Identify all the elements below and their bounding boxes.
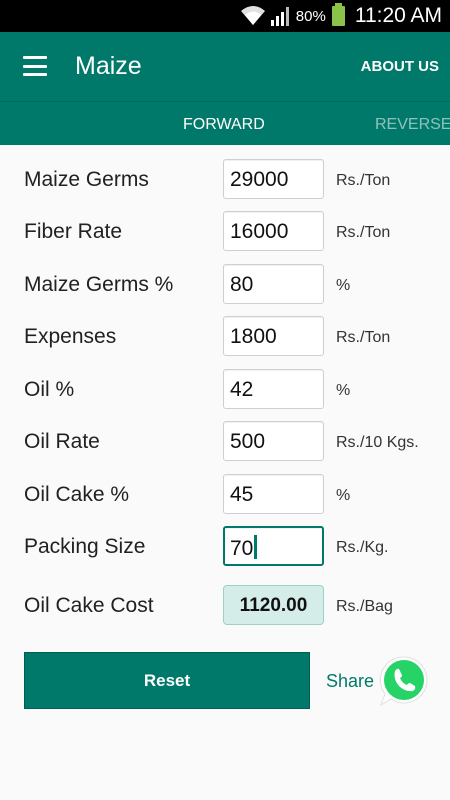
result-label: Oil Cake Cost — [24, 594, 154, 617]
field-label: Maize Germs % — [24, 273, 174, 296]
result-row: Oil Cake Cost 1120.00 Rs./Bag — [0, 585, 450, 625]
unit-label: Rs./Kg. — [336, 539, 389, 556]
form-row-oil-pct: Oil % 42 % — [0, 369, 450, 409]
status-indicators: 80% 11:20 AM — [240, 0, 442, 32]
oil-cake-cost-value: 1120.00 — [223, 585, 324, 625]
about-us-button[interactable]: ABOUT US — [361, 58, 439, 75]
form-row-fiber-rate: Fiber Rate 16000 Rs./Ton — [0, 211, 450, 251]
form-row-oil-cake-pct: Oil Cake % 45 % — [0, 474, 450, 514]
oil-rate-input[interactable]: 500 — [223, 421, 324, 461]
wifi-icon — [240, 6, 265, 25]
field-label: Expenses — [24, 325, 117, 348]
unit-label: Rs./Bag — [336, 598, 393, 615]
reset-button[interactable]: Reset — [24, 652, 310, 709]
unit-label: Rs./10 Kgs. — [336, 434, 419, 451]
tab-reverse[interactable]: REVERSE — [375, 116, 450, 134]
signal-icon — [270, 7, 289, 26]
text-caret — [254, 535, 258, 559]
unit-label: Rs./Ton — [336, 224, 391, 241]
battery-icon — [331, 3, 345, 26]
oil-pct-input[interactable]: 42 — [223, 369, 324, 409]
form-row-packing-size: Packing Size 70 Rs./Kg. — [0, 526, 450, 566]
expenses-input[interactable]: 1800 — [223, 316, 324, 356]
status-bar: 80% 11:20 AM — [0, 0, 450, 32]
form-row-maize-germs-pct: Maize Germs % 80 % — [0, 264, 450, 304]
clock: 11:20 AM — [354, 4, 442, 27]
maize-germs-input[interactable]: 29000 — [223, 159, 324, 199]
unit-label: % — [336, 382, 351, 399]
unit-label: Rs./Ton — [336, 172, 391, 189]
whatsapp-icon[interactable] — [378, 654, 430, 708]
menu-icon[interactable] — [23, 56, 47, 76]
packing-size-input[interactable]: 70 — [223, 526, 324, 566]
field-label: Packing Size — [24, 535, 146, 558]
fiber-rate-input[interactable]: 16000 — [223, 211, 324, 251]
field-label: Oil % — [24, 378, 75, 401]
share-button[interactable]: Share — [326, 671, 374, 692]
maize-germs-pct-input[interactable]: 80 — [223, 264, 324, 304]
app-bar: Maize ABOUT US — [0, 32, 450, 101]
field-label: Oil Cake % — [24, 483, 130, 506]
tab-strip: FORWARD REVERSE — [0, 101, 450, 145]
unit-label: Rs./Ton — [336, 329, 391, 346]
form-row-oil-rate: Oil Rate 500 Rs./10 Kgs. — [0, 421, 450, 461]
unit-label: % — [336, 487, 351, 504]
field-label: Oil Rate — [24, 430, 100, 453]
form-row-maize-germs: Maize Germs 29000 Rs./Ton — [0, 159, 450, 199]
app-title: Maize — [75, 52, 142, 80]
form-row-expenses: Expenses 1800 Rs./Ton — [0, 316, 450, 356]
packing-size-value: 70 — [230, 537, 254, 560]
oil-cake-pct-input[interactable]: 45 — [223, 474, 324, 514]
field-label: Fiber Rate — [24, 220, 123, 243]
battery-percent: 80% — [295, 7, 326, 25]
field-label: Maize Germs — [24, 168, 149, 191]
unit-label: % — [336, 277, 351, 294]
tab-forward[interactable]: FORWARD — [183, 116, 265, 134]
